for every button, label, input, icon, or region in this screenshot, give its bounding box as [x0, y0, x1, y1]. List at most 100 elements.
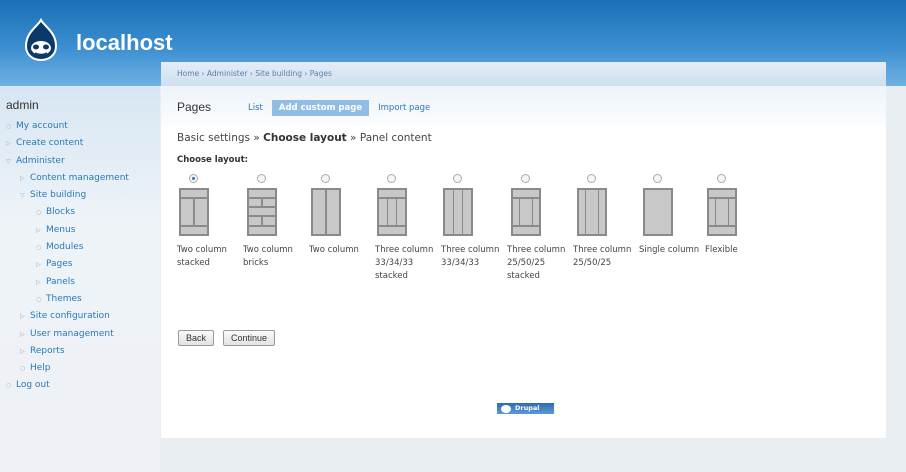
- sidebar-item-label[interactable]: Menus: [46, 225, 75, 235]
- layout-radio[interactable]: [653, 174, 662, 183]
- badge-label: Drupal: [515, 404, 540, 412]
- three-column-33-34-33-icon: [443, 188, 473, 236]
- continue-button[interactable]: Continue: [223, 330, 276, 346]
- site-name[interactable]: localhost: [76, 30, 173, 56]
- drupal-drop-icon: [501, 405, 511, 413]
- sidebar-item-label[interactable]: Themes: [46, 294, 82, 304]
- sidebar-item-label[interactable]: Content management: [30, 173, 129, 183]
- sidebar-item-panels[interactable]: ▷ Panels: [0, 274, 160, 291]
- layout-option-single-column[interactable]: Single column: [639, 174, 705, 284]
- layout-radio[interactable]: [521, 174, 530, 183]
- layout-label[interactable]: Three column 33/34/33 stacked: [375, 244, 441, 283]
- sidebar-item-label[interactable]: Reports: [30, 346, 65, 356]
- sidebar-item-label[interactable]: My account: [16, 121, 68, 131]
- step-panel-content: Panel content: [359, 132, 432, 144]
- sidebar-item-reports[interactable]: ▷ Reports: [0, 343, 160, 360]
- layout-radio[interactable]: [453, 174, 462, 183]
- main-content: Home › Administer › Site building › Page…: [161, 62, 886, 438]
- three-column-33-34-33-stacked-icon: [377, 188, 407, 236]
- layout-radio[interactable]: [321, 174, 330, 183]
- layout-option-three-column-33-34-33[interactable]: Three column 33/34/33: [441, 174, 507, 284]
- sidebar-item-label[interactable]: Panels: [46, 277, 75, 287]
- layout-option-two-column-stacked[interactable]: Two column stacked: [177, 174, 243, 284]
- layout-label[interactable]: Two column stacked: [177, 244, 243, 270]
- bullet-icon: ▷: [36, 261, 41, 269]
- layout-option-three-column-33-34-33-stacked[interactable]: Three column 33/34/33 stacked: [375, 174, 441, 284]
- two-column-stacked-icon: [179, 188, 209, 236]
- breadcrumb[interactable]: Home › Administer › Site building › Page…: [161, 62, 886, 86]
- layout-radio[interactable]: [717, 174, 726, 183]
- layout-label[interactable]: Two column: [309, 244, 375, 257]
- single-column-icon: [643, 188, 673, 236]
- title-bar: Pages List Add custom page Import page: [161, 86, 886, 126]
- sidebar-item-modules[interactable]: ○ Modules: [0, 239, 160, 256]
- sidebar-item-label[interactable]: Create content: [16, 138, 83, 148]
- sidebar-item-content-management[interactable]: ▷ Content management: [0, 170, 160, 187]
- sidebar-item-label[interactable]: Blocks: [46, 207, 75, 217]
- layout-option-flexible[interactable]: Flexible: [705, 174, 771, 284]
- three-column-25-50-25-stacked-icon: [511, 188, 541, 236]
- bullet-icon: ○: [6, 382, 12, 390]
- bullet-icon: ○: [36, 295, 42, 303]
- tab-list[interactable]: List: [241, 100, 270, 116]
- sidebar-item-themes[interactable]: ○ Themes: [0, 291, 160, 308]
- layout-option-three-column-25-50-25-stacked[interactable]: Three column 25/50/25 stacked: [507, 174, 573, 284]
- bullet-icon: ▷: [20, 330, 25, 338]
- sidebar-item-administer[interactable]: ▽ Administer: [0, 153, 160, 170]
- layout-radio[interactable]: [387, 174, 396, 183]
- sidebar-item-create-content[interactable]: ▷ Create content: [0, 135, 160, 152]
- sidebar-item-pages[interactable]: ▷ Pages: [0, 256, 160, 273]
- bullet-icon: ○: [36, 209, 42, 217]
- sidebar-item-site-building[interactable]: ▽ Site building: [0, 187, 160, 204]
- tab-bar: List Add custom page Import page: [241, 100, 439, 116]
- sidebar-nav: ○ My account ▷ Create content ▽ Administer …: [0, 118, 160, 395]
- sidebar-item-log-out[interactable]: ○ Log out: [0, 377, 160, 394]
- layout-label[interactable]: Two column bricks: [243, 244, 309, 270]
- sidebar-item-label[interactable]: Help: [30, 363, 51, 373]
- sidebar-item-user-management[interactable]: ▷ User management: [0, 326, 160, 343]
- sidebar-item-label[interactable]: Site building: [30, 190, 86, 200]
- sidebar-item-menus[interactable]: ▷ Menus: [0, 222, 160, 239]
- sidebar-item-label[interactable]: Log out: [16, 380, 50, 390]
- layout-label[interactable]: Three column 33/34/33: [441, 244, 507, 270]
- three-column-25-50-25-icon: [577, 188, 607, 236]
- layout-label[interactable]: Three column 25/50/25 stacked: [507, 244, 573, 283]
- tab-import-page[interactable]: Import page: [371, 100, 437, 116]
- bullet-icon: ▽: [20, 192, 25, 200]
- sidebar-item-blocks[interactable]: ○ Blocks: [0, 204, 160, 221]
- bullet-icon: ▷: [20, 347, 25, 355]
- drupal-logo-icon[interactable]: [22, 18, 60, 62]
- bullet-icon: ▷: [20, 174, 25, 182]
- layout-radio[interactable]: [189, 174, 198, 183]
- layout-label[interactable]: Flexible: [705, 244, 771, 257]
- layout-label[interactable]: Single column: [639, 244, 705, 257]
- powered-by-drupal-badge[interactable]: Drupal: [497, 403, 554, 414]
- bullet-icon: ○: [6, 123, 12, 130]
- layout-option-two-column-bricks[interactable]: Two column bricks: [243, 174, 309, 284]
- sidebar-item-label[interactable]: Pages: [46, 259, 72, 269]
- layout-option-two-column[interactable]: Two column: [309, 174, 375, 284]
- bullet-icon: ▷: [6, 140, 11, 148]
- sidebar-item-label[interactable]: Administer: [16, 156, 65, 166]
- tab-add-custom-page[interactable]: Add custom page: [271, 100, 370, 116]
- bullet-icon: ▽: [6, 157, 11, 165]
- bullet-icon: ▷: [20, 313, 25, 321]
- flexible-icon: [707, 188, 737, 236]
- sidebar-item-help[interactable]: ○ Help: [0, 360, 160, 377]
- two-column-bricks-icon: [247, 188, 277, 236]
- step-separator: »: [350, 132, 357, 144]
- layout-label[interactable]: Three column 25/50/25: [573, 244, 639, 270]
- sidebar-item-site-configuration[interactable]: ▷ Site configuration: [0, 308, 160, 325]
- sidebar-username: admin: [6, 98, 39, 112]
- sidebar-item-label[interactable]: Modules: [46, 242, 83, 252]
- bullet-icon: ○: [36, 244, 42, 252]
- sidebar-item-label[interactable]: Site configuration: [30, 311, 110, 321]
- layout-radio[interactable]: [257, 174, 266, 183]
- choose-layout-label: Choose layout:: [177, 155, 249, 165]
- step-choose-layout: Choose layout: [263, 132, 347, 144]
- back-button[interactable]: Back: [178, 330, 215, 346]
- layout-option-three-column-25-50-25[interactable]: Three column 25/50/25: [573, 174, 639, 284]
- layout-radio[interactable]: [587, 174, 596, 183]
- sidebar-item-label[interactable]: User management: [30, 329, 114, 339]
- sidebar-item-my-account[interactable]: ○ My account: [0, 118, 160, 135]
